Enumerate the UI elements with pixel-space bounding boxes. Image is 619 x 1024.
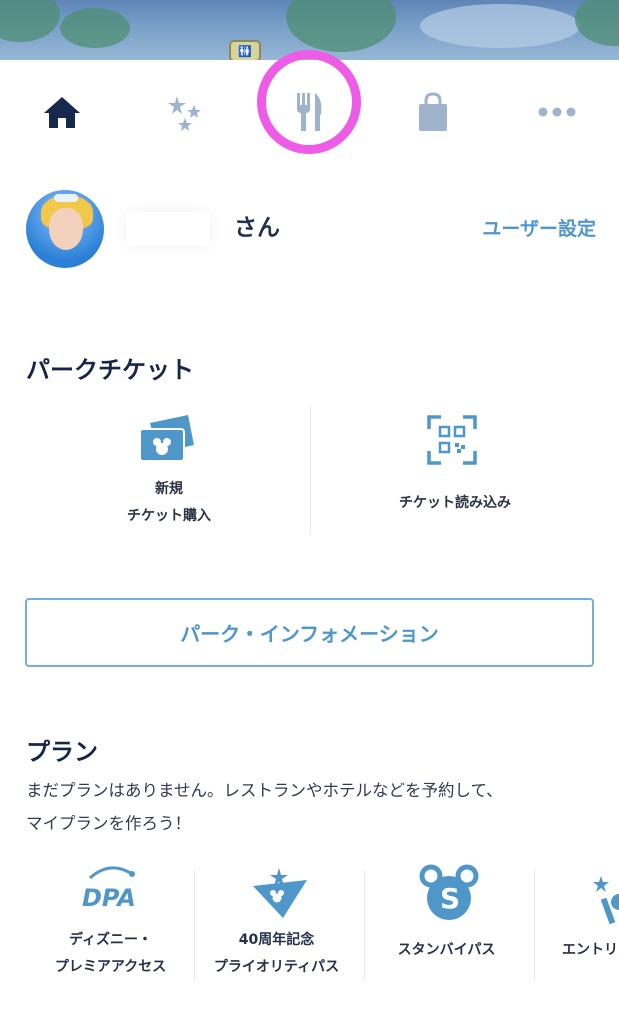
entry-wand-icon: [593, 876, 619, 924]
dpa-logo-icon: DPA: [82, 866, 136, 912]
standby-pass-label: スタンバイパス: [397, 942, 496, 958]
restroom-icon[interactable]: 🚻: [229, 40, 261, 60]
tab-attractions[interactable]: [153, 82, 217, 142]
dpa-logo-text: DPA: [82, 884, 136, 912]
plan-description-line1: まだプランはありません。レストランやホテルなどを予約して、: [26, 781, 503, 800]
highlight-circle: [257, 50, 361, 154]
dpa-label-line1: ディズニー・: [68, 932, 153, 948]
plan-description-line2: マイプランを作ろう！: [26, 814, 191, 833]
entry-label: エントリ: [562, 942, 618, 958]
plan-service-list: DPA ディズニー・ プレミアアクセス 40周年記念 プライオリティパス S ス…: [0, 862, 619, 987]
park-information-button[interactable]: パーク・インフォメーション: [25, 598, 594, 667]
ticket-mickey-icon: [139, 415, 194, 462]
standby-pass-icon: S: [419, 864, 479, 920]
park-ticket-title: パークチケット: [26, 356, 194, 384]
user-honorific: さん: [234, 215, 280, 241]
tab-shopping[interactable]: [401, 82, 465, 142]
stars-icon: [168, 96, 201, 131]
main-tab-bar: [0, 50, 619, 158]
buy-ticket-button[interactable]: 新規 チケット購入: [26, 403, 312, 535]
priority-pass-label-line1: 40周年記念: [238, 932, 315, 948]
more-icon: [538, 107, 576, 117]
priority-pass-label-line2: プライオリティパス: [213, 959, 340, 975]
plan-description: まだプランはありません。レストランやホテルなどを予約して、 マイプランを作ろう！: [26, 774, 586, 840]
user-settings-link[interactable]: ユーザー設定: [482, 214, 596, 241]
shopping-bag-icon: [419, 92, 447, 131]
dpa-item[interactable]: DPA ディズニー・ プレミアアクセス: [28, 862, 193, 987]
redacted-username: [126, 212, 210, 246]
buy-ticket-label-line2: チケット購入: [127, 508, 211, 524]
scan-ticket-button[interactable]: チケット読み込み: [312, 403, 598, 535]
tab-home[interactable]: [30, 82, 94, 142]
qr-scan-icon: [427, 415, 477, 465]
dpa-label-line2: プレミアアクセス: [54, 959, 167, 975]
tab-more[interactable]: [525, 82, 589, 142]
avatar[interactable]: [26, 190, 104, 268]
ticket-actions: 新規 チケット購入 チケット読み込み: [26, 403, 596, 535]
standby-pass-icon-text: S: [440, 882, 460, 915]
home-icon: [44, 97, 80, 128]
plan-title: プラン: [26, 738, 98, 766]
entry-request-item[interactable]: エントリ: [545, 862, 619, 987]
scan-ticket-label: チケット読み込み: [399, 495, 511, 511]
ticket-divider: [310, 407, 311, 535]
priority-pass-item[interactable]: 40周年記念 プライオリティパス: [194, 862, 359, 987]
user-profile: さん ユーザー設定: [26, 190, 596, 268]
buy-ticket-label-line1: 新規: [155, 481, 183, 497]
priority-pass-icon: [253, 868, 307, 918]
standby-pass-item[interactable]: S スタンバイパス: [364, 862, 529, 987]
